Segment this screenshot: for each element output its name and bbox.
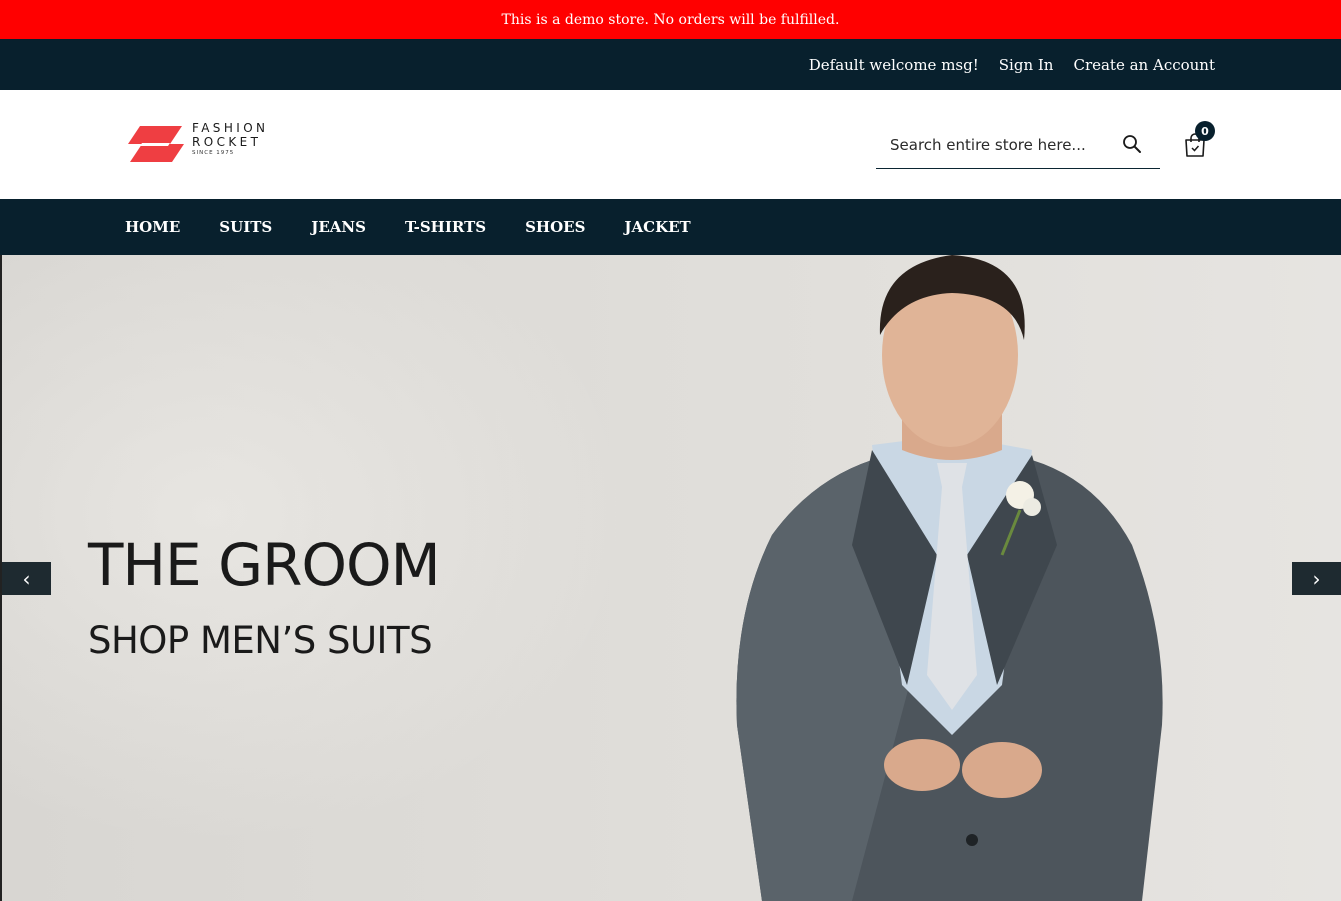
top-account-bar: Default welcome msg! Sign In Create an A…	[0, 39, 1341, 90]
nav-item-jeans[interactable]: JEANS	[311, 218, 366, 236]
mini-cart-button[interactable]: 0	[1180, 120, 1220, 160]
hero-title: THE GROOM	[88, 531, 441, 599]
create-account-link[interactable]: Create an Account	[1073, 56, 1215, 74]
logo-line-3: SINCE 1975	[192, 150, 235, 156]
hero-slider: THE GROOM SHOP MEN’S SUITS ‹ ›	[0, 255, 1341, 901]
welcome-message: Default welcome msg!	[808, 55, 979, 74]
chevron-right-icon: ›	[1312, 566, 1321, 591]
slider-next-button[interactable]: ›	[1292, 562, 1341, 595]
sign-in-link[interactable]: Sign In	[999, 56, 1054, 74]
cart-count-badge: 0	[1195, 121, 1215, 141]
hero-subtitle-link[interactable]: SHOP MEN’S SUITS	[88, 619, 433, 662]
search-input[interactable]	[876, 131, 1116, 159]
demo-notice-text: This is a demo store. No orders will be …	[501, 11, 840, 28]
main-navigation: HOME SUITS JEANS T-SHIRTS SHOES JACKET	[0, 199, 1341, 255]
site-header: FASHION ROCKET SINCE 1975 0	[0, 90, 1341, 199]
nav-item-jacket[interactable]: JACKET	[624, 218, 690, 236]
hero-model-image	[736, 255, 1163, 901]
nav-item-shoes[interactable]: SHOES	[525, 218, 585, 236]
nav-item-t-shirts[interactable]: T-SHIRTS	[405, 218, 486, 236]
nav-item-suits[interactable]: SUITS	[219, 218, 272, 236]
demo-store-notice: This is a demo store. No orders will be …	[0, 0, 1341, 39]
search-box	[876, 123, 1160, 169]
logo-line-1: FASHION	[192, 121, 269, 135]
search-icon[interactable]	[1122, 134, 1142, 154]
logo-mark-icon	[128, 126, 184, 162]
chevron-left-icon: ‹	[22, 566, 31, 591]
logo-line-2: ROCKET	[192, 135, 262, 149]
slider-prev-button[interactable]: ‹	[2, 562, 51, 595]
logo-text: FASHION ROCKET SINCE 1975	[192, 122, 268, 157]
fashion-rocket-logo[interactable]: FASHION ROCKET SINCE 1975	[126, 120, 276, 168]
nav-item-home[interactable]: HOME	[125, 218, 180, 236]
